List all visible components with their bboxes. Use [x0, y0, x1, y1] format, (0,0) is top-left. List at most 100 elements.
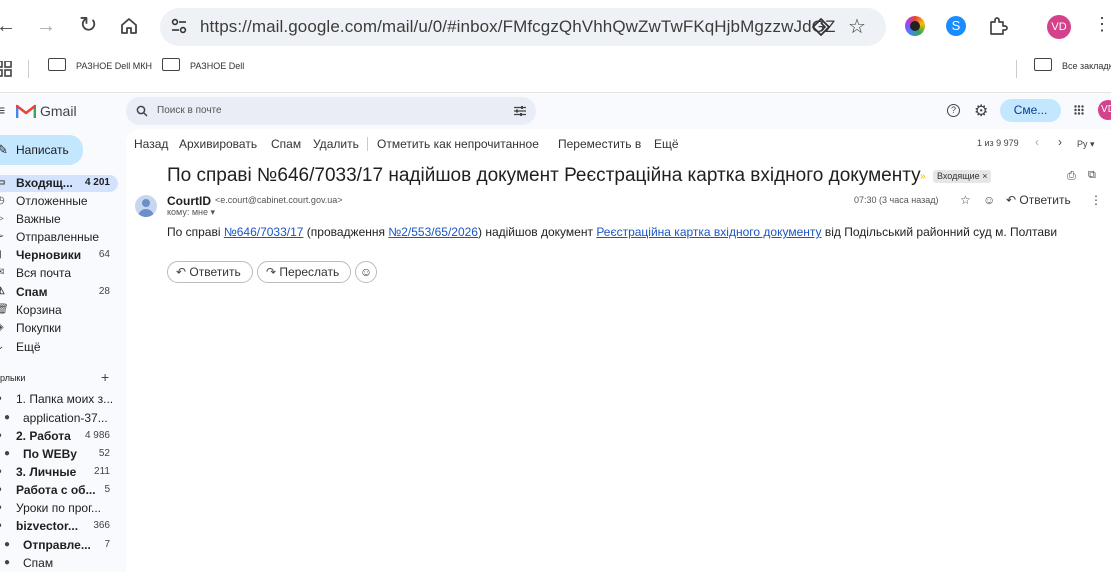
- url-text[interactable]: https://mail.google.com/mail/u/0/#inbox/…: [200, 17, 835, 37]
- reply-button[interactable]: ↶ Ответить: [167, 261, 253, 283]
- case-number-link[interactable]: №646/7033/17: [224, 225, 304, 239]
- sender-avatar[interactable]: [135, 195, 157, 217]
- extensions-puzzle-icon[interactable]: [987, 15, 1009, 37]
- label-item[interactable]: ● По WEBу 52: [0, 446, 118, 463]
- emoji-reaction-button[interactable]: ☺: [355, 261, 377, 283]
- message-time: 07:30 (3 часа назад): [854, 195, 939, 205]
- move-to-button[interactable]: Переместить в: [558, 137, 641, 151]
- label-item[interactable]: ● bizvector... 366: [0, 518, 118, 535]
- nav-all-mail[interactable]: ✉ Вся почта: [0, 265, 118, 282]
- nav-snoozed[interactable]: ◷ Отложенные: [0, 193, 118, 210]
- recipient-toggle[interactable]: кому: мне ▾: [167, 207, 215, 218]
- input-tools[interactable]: Ру ▾: [1077, 139, 1095, 150]
- reply-header-button[interactable]: ↶ Ответить: [1006, 193, 1071, 207]
- search-icon[interactable]: [136, 105, 148, 117]
- nav-label: Входящ...: [16, 176, 73, 190]
- forward-arrow-icon[interactable]: →: [36, 16, 56, 36]
- nav-trash[interactable]: 🗑 Корзина: [0, 302, 118, 319]
- search-input[interactable]: Поиск в почте: [157, 105, 222, 116]
- label-chip[interactable]: Входящие ×: [933, 170, 992, 183]
- label-tag-icon: ●: [0, 520, 2, 531]
- gmail-logo-icon[interactable]: [16, 104, 36, 119]
- prev-page-icon[interactable]: ‹: [1035, 135, 1039, 149]
- open-new-window-icon[interactable]: ⧉: [1088, 169, 1096, 182]
- nav-important[interactable]: ▷ Важные: [0, 211, 118, 228]
- label-tag-icon: ●: [4, 448, 11, 459]
- spam-icon: ⚠: [0, 286, 5, 297]
- mark-unread-button[interactable]: Отметить как непрочитанное: [377, 137, 539, 151]
- label-item[interactable]: ● 2. Работа 4 986: [0, 428, 118, 445]
- shazam-extension-icon[interactable]: S: [946, 16, 966, 36]
- proceeding-number-link[interactable]: №2/553/65/2026: [388, 225, 478, 239]
- delete-button[interactable]: Удалить: [313, 137, 359, 151]
- main-menu-icon[interactable]: ≡: [0, 102, 5, 118]
- apps-grid-icon[interactable]: [0, 61, 12, 77]
- pencil-icon: ✎: [0, 142, 8, 157]
- gmail-wordmark[interactable]: Gmail: [40, 103, 77, 119]
- label-count: 366: [93, 520, 110, 531]
- search-options-icon[interactable]: [514, 105, 526, 117]
- emoji-react-icon[interactable]: ☺: [983, 193, 995, 207]
- nav-label: Корзина: [16, 303, 62, 317]
- nav-count: 4 201: [84, 177, 110, 188]
- nav-label: Отложенные: [16, 194, 88, 208]
- nav-spam[interactable]: ⚠ Спам 28: [0, 284, 118, 301]
- help-icon[interactable]: ?: [947, 104, 960, 117]
- archive-button[interactable]: Архивировать: [179, 137, 257, 151]
- bookmark-folder-1[interactable]: РАЗНОЕ Dell МКН: [48, 58, 152, 73]
- home-icon[interactable]: [119, 16, 139, 36]
- label-name: Спам: [23, 556, 54, 570]
- label-item[interactable]: ● Работа с об... 5: [0, 482, 118, 499]
- message-more-icon[interactable]: ⋮: [1090, 193, 1102, 207]
- document-link[interactable]: Реєстраційна картка вхідного документу: [596, 225, 821, 239]
- label-item[interactable]: ● 3. Личные 211: [0, 464, 118, 481]
- sender-name[interactable]: CourtID: [167, 194, 211, 208]
- inbox-icon: ▭: [0, 177, 6, 188]
- search-bar[interactable]: Поиск в почте: [126, 97, 536, 125]
- label-item[interactable]: ● Уроки по прог...: [0, 500, 118, 517]
- star-icon[interactable]: ☆: [960, 193, 971, 207]
- important-icon: ▷: [0, 213, 4, 224]
- label-name: 3. Личные: [16, 465, 77, 479]
- site-info-icon[interactable]: [170, 17, 188, 35]
- forward-button[interactable]: ↷ Переслать: [257, 261, 351, 283]
- browser-menu-icon[interactable]: ⋮: [1093, 14, 1111, 35]
- nav-label: Важные: [16, 212, 61, 226]
- color-extension-icon[interactable]: [905, 16, 925, 36]
- account-avatar[interactable]: VD: [1098, 100, 1111, 120]
- nav-more[interactable]: ⌄ Ещё: [0, 339, 118, 356]
- nav-drafts[interactable]: ▯ Черновики 64: [0, 247, 118, 264]
- important-marker-icon[interactable]: »: [920, 171, 926, 182]
- label-count: 5: [104, 484, 110, 495]
- google-apps-icon[interactable]: [1074, 105, 1084, 115]
- next-page-icon[interactable]: ›: [1058, 135, 1062, 149]
- compose-button[interactable]: ✎ Написать: [0, 135, 83, 165]
- all-bookmarks[interactable]: Все закладки: [1034, 58, 1111, 73]
- nav-label: Вся почта: [16, 266, 72, 280]
- install-app-icon[interactable]: [812, 18, 830, 36]
- bookmark-star-icon[interactable]: ☆: [848, 14, 866, 39]
- label-item[interactable]: ● Отправле... 7: [0, 537, 118, 554]
- print-icon[interactable]: ⎙: [1067, 170, 1076, 183]
- profile-avatar[interactable]: VD: [1047, 15, 1071, 39]
- spam-button[interactable]: Спам: [271, 137, 301, 151]
- label-item[interactable]: ● 1. Папка моих з...: [0, 391, 118, 408]
- remove-label-icon[interactable]: ×: [982, 171, 987, 181]
- nav-inbox[interactable]: ▭ Входящ... 4 201: [0, 175, 118, 192]
- add-label-icon[interactable]: +: [101, 369, 109, 385]
- more-button[interactable]: Ещё: [654, 137, 679, 151]
- forward-icon: ↷: [266, 265, 277, 279]
- bookmark-folder-2[interactable]: РАЗНОЕ Dell: [162, 58, 244, 73]
- folder-icon: [1034, 58, 1052, 71]
- settings-gear-icon[interactable]: ⚙: [974, 101, 988, 121]
- nav-purchases[interactable]: ◈ Покупки: [0, 320, 118, 337]
- back-arrow-icon[interactable]: ←: [0, 16, 16, 36]
- label-item[interactable]: ● Спам: [0, 555, 118, 572]
- reload-icon[interactable]: ↻: [79, 14, 97, 36]
- label-name: Работа с об...: [16, 483, 96, 497]
- back-button[interactable]: Назад: [134, 137, 168, 151]
- nav-sent[interactable]: ➢ Отправленные: [0, 229, 118, 246]
- label-item[interactable]: ● application-37...: [0, 410, 118, 427]
- address-bar[interactable]: https://mail.google.com/mail/u/0/#inbox/…: [160, 8, 886, 46]
- upgrade-button[interactable]: Сме...: [1000, 99, 1061, 122]
